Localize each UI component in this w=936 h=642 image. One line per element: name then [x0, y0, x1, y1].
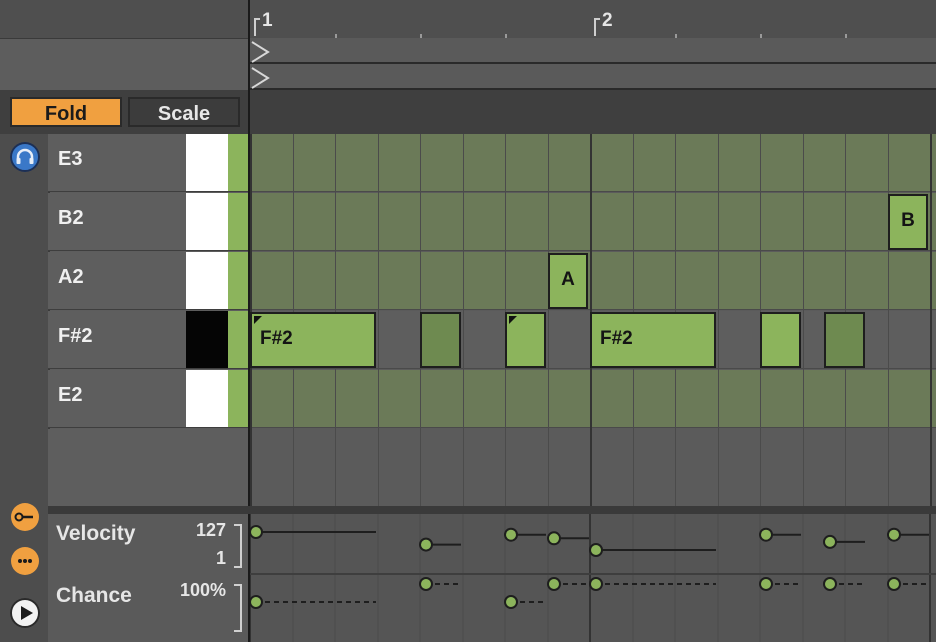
grid-row-e2[interactable] — [250, 370, 936, 428]
chance-handle[interactable] — [589, 577, 603, 591]
velocity-range-bracket — [234, 524, 242, 568]
bar-number: 2 — [602, 10, 613, 31]
key-label: E3 — [58, 148, 83, 170]
lane-color-strip — [228, 134, 248, 191]
bar-number: 1 — [262, 10, 273, 31]
lane-color-strip — [228, 311, 248, 368]
expression-lanes[interactable] — [249, 514, 936, 642]
note-label: B — [901, 210, 915, 231]
note-corner-marker — [254, 316, 262, 324]
midi-note-a2[interactable]: A — [548, 253, 588, 309]
chance-handle[interactable] — [887, 577, 901, 591]
midi-note-f-sharp-2[interactable] — [824, 312, 865, 368]
bar-marker-2[interactable]: 2 — [594, 10, 613, 36]
grid-line — [463, 134, 464, 506]
velocity-handle[interactable] — [823, 534, 837, 549]
key-row-b2[interactable]: B2 — [48, 193, 248, 251]
grid-line — [718, 134, 719, 506]
play-icon[interactable] — [10, 598, 40, 628]
chance-range-bracket — [234, 584, 242, 632]
key-label: E2 — [58, 384, 83, 406]
piano-key-white[interactable] — [186, 252, 228, 309]
velocity-handle[interactable] — [589, 543, 603, 557]
chance-handle[interactable] — [419, 577, 433, 591]
midi-note-f-sharp-2[interactable] — [420, 312, 461, 368]
key-row-e2[interactable]: E2 — [48, 370, 248, 428]
midi-note-b2[interactable]: B — [888, 194, 928, 250]
velocity-handle[interactable] — [887, 527, 901, 542]
velocity-handle[interactable] — [249, 525, 263, 539]
key-label: F#2 — [58, 325, 93, 347]
midi-note-f-sharp-2[interactable] — [760, 312, 801, 368]
note-grid[interactable]: F#2 A F#2 B — [250, 134, 936, 506]
midi-note-f-sharp-2[interactable] — [505, 312, 546, 368]
chance-handle[interactable] — [504, 595, 518, 609]
piano-key-white[interactable] — [186, 370, 228, 427]
piano-key-white[interactable] — [186, 193, 228, 250]
velocity-handle[interactable] — [759, 527, 773, 542]
note-label: A — [561, 269, 575, 290]
note-label: F#2 — [600, 328, 633, 349]
velocity-lane-title: Velocity — [56, 522, 136, 545]
scale-button[interactable]: Scale — [128, 97, 240, 127]
headphones-icon[interactable] — [10, 142, 40, 172]
loop-marker-strip[interactable] — [250, 38, 936, 90]
grid-line — [803, 134, 804, 506]
chance-handle[interactable] — [249, 595, 263, 609]
key-label: B2 — [58, 207, 84, 229]
note-corner-marker — [509, 316, 517, 324]
timeline-ruler[interactable]: 1 2 — [0, 0, 936, 39]
lane-color-strip — [228, 370, 248, 427]
chance-handle[interactable] — [759, 577, 773, 591]
grid-line — [378, 134, 379, 506]
chance-handle[interactable] — [547, 577, 561, 591]
key-row-e3[interactable]: E3 — [48, 134, 248, 192]
velocity-min-label: 1 — [215, 548, 226, 568]
chance-max-label: 100% — [179, 580, 226, 600]
expression-lane-grid[interactable] — [249, 514, 936, 642]
velocity-handle[interactable] — [547, 531, 561, 546]
grid-row-a2[interactable] — [250, 252, 936, 310]
lane-color-strip — [228, 252, 248, 309]
fold-button[interactable]: Fold — [10, 97, 122, 127]
lane-header: Velocity 127 1 Chance 100% — [48, 514, 248, 642]
loop-start-flag-icon[interactable] — [250, 40, 272, 64]
velocity-max-label: 127 — [195, 520, 226, 540]
midi-note-f-sharp-2[interactable]: F#2 — [590, 312, 716, 368]
pane-divider[interactable] — [48, 506, 936, 514]
chance-lane-title: Chance — [56, 584, 132, 607]
chance-handle[interactable] — [823, 577, 837, 591]
key-row-a2[interactable]: A2 — [48, 252, 248, 310]
bar-marker-1[interactable]: 1 — [254, 10, 273, 36]
piano-key-black[interactable] — [186, 311, 228, 368]
key-row-empty — [48, 429, 248, 506]
left-tool-rail — [0, 134, 50, 642]
velocity-handle[interactable] — [419, 537, 433, 552]
note-label: F#2 — [260, 328, 293, 349]
grid-line — [888, 134, 889, 506]
piano-key-white[interactable] — [186, 134, 228, 191]
grid-row-e3[interactable] — [250, 134, 936, 192]
key-row-f-sharp-2[interactable]: F#2 — [48, 311, 248, 369]
midi-note-f-sharp-2[interactable]: F#2 — [250, 312, 376, 368]
velocity-handle[interactable] — [504, 527, 518, 542]
lane-color-strip — [228, 193, 248, 250]
loop-end-flag-icon[interactable] — [250, 66, 272, 90]
key-label: A2 — [58, 266, 84, 288]
grid-line — [930, 134, 932, 506]
midi-note-editor: 1 2 Fold Scale E3 B2 A2 F#2 E2 F#2 A F#2… — [0, 0, 936, 642]
dice-icon[interactable] — [10, 546, 40, 576]
grid-line — [548, 134, 549, 506]
key-icon[interactable] — [10, 502, 40, 532]
grid-row-b2[interactable] — [250, 193, 936, 251]
